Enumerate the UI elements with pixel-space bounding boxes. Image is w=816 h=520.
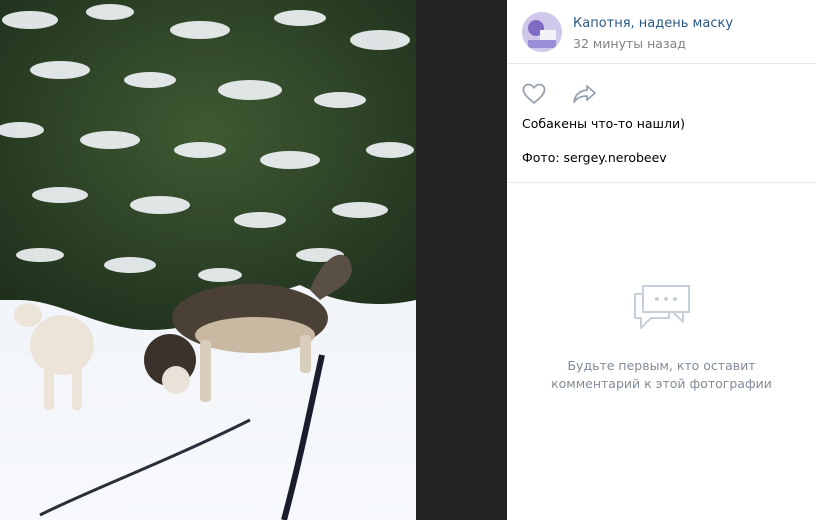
share-button[interactable] [572,83,598,107]
photo[interactable] [0,0,416,520]
divider [507,182,816,183]
author-link[interactable]: Капотня, надень маску [573,16,733,31]
viewer-background [416,0,507,520]
post-time[interactable]: 32 минуты назад [573,36,686,51]
photo-viewer: Капотня, надень маску 32 минуты назад Со… [0,0,816,520]
photo-image [0,0,416,520]
avatar[interactable] [522,12,562,52]
empty-comments-line-2: комментарий к этой фотографии [551,376,772,391]
post-caption: Собакены что-то нашли) [522,116,685,131]
comments-bubble-icon [633,285,690,329]
photo-credit: Фото: sergey.nerobeev [522,150,667,165]
heart-icon [522,83,546,104]
share-arrow-icon [573,85,596,103]
comments-empty-state: Будьте первым, кто оставит комментарий к… [507,280,816,393]
avatar-image [522,12,562,52]
empty-comments-line-1: Будьте первым, кто оставит [567,358,756,373]
empty-comments-text: Будьте первым, кто оставит комментарий к… [507,357,816,393]
info-panel: Капотня, надень маску 32 минуты назад Со… [507,0,816,520]
like-button[interactable] [522,83,548,107]
post-header: Капотня, надень маску 32 минуты назад [507,0,816,64]
